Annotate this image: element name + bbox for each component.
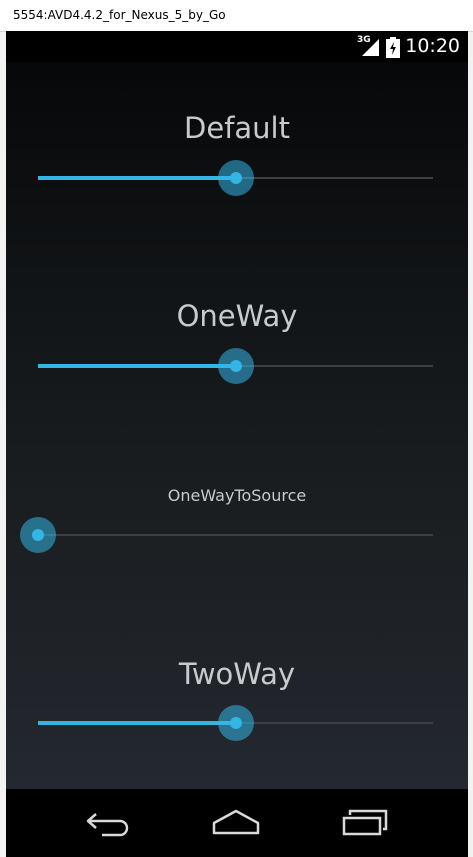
clock: 10:20 — [405, 35, 460, 57]
recents-icon[interactable] — [340, 807, 388, 837]
slider-label-oneway: OneWay — [176, 299, 298, 333]
slider-thumb[interactable] — [217, 705, 254, 741]
slider-label-onewaytosource: OneWayToSource — [167, 486, 307, 505]
status-bar: 3G 10:20 — [6, 31, 468, 62]
slider-thumb[interactable] — [217, 160, 254, 196]
home-icon[interactable] — [212, 807, 260, 837]
slider-thumb[interactable] — [217, 348, 254, 384]
slider-thumb[interactable] — [20, 517, 56, 553]
window-title: 5554:AVD4.4.2_for_Nexus_5_by_Go — [13, 8, 226, 22]
slider-track — [38, 534, 433, 536]
slider-onewaytosource[interactable] — [20, 515, 433, 555]
slider-twoway[interactable] — [38, 703, 433, 743]
emulator-window: 5554:AVD4.4.2_for_Nexus_5_by_Go 3G 10:20… — [0, 0, 473, 857]
back-icon[interactable] — [84, 807, 132, 837]
slider-label-twoway: TwoWay — [178, 657, 296, 691]
slider-label-default: Default — [184, 111, 290, 145]
slider-progress — [38, 176, 236, 180]
window-titlebar[interactable]: 5554:AVD4.4.2_for_Nexus_5_by_Go — [0, 0, 473, 32]
battery-icon — [386, 37, 400, 58]
navigation-bar — [6, 789, 468, 857]
slider-progress — [38, 721, 236, 725]
slider-progress — [38, 364, 236, 368]
device-screen: 3G 10:20 Default OneWay OneWayToSource T… — [6, 31, 468, 857]
slider-oneway[interactable] — [38, 346, 433, 386]
signal-icon — [362, 39, 379, 56]
slider-default[interactable] — [38, 158, 433, 198]
